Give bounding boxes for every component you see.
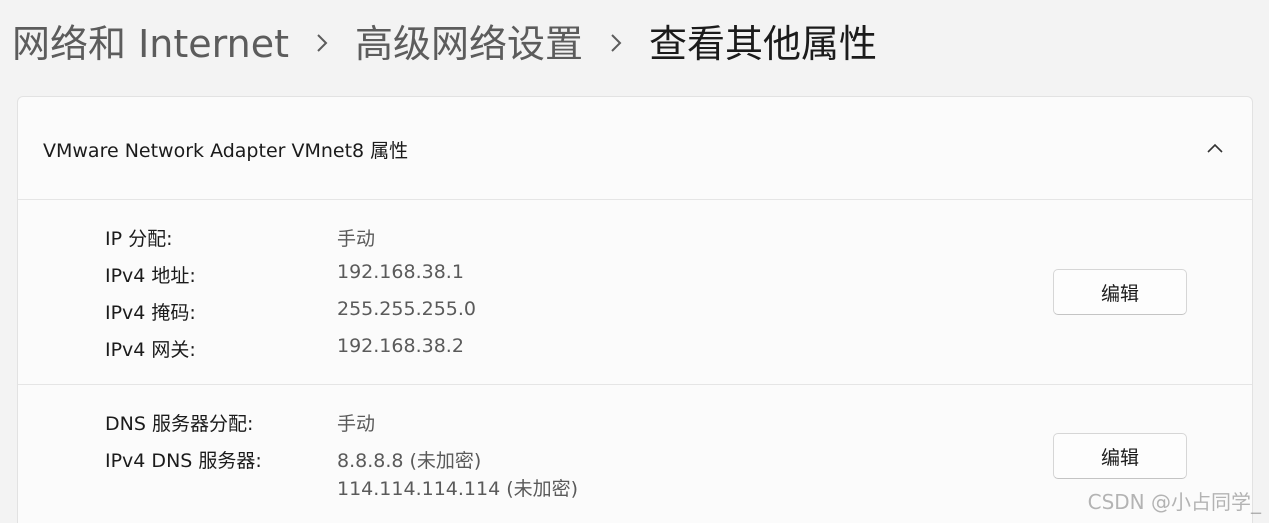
- adapter-properties-card: VMware Network Adapter VMnet8 属性 IP 分配: …: [17, 96, 1253, 523]
- row-value: 手动: [337, 228, 376, 250]
- dns-server-primary: 8.8.8.8 (未加密): [337, 450, 482, 472]
- row-value: 手动: [337, 413, 376, 435]
- row-label: IPv4 网关:: [105, 339, 196, 361]
- adapter-card-header[interactable]: VMware Network Adapter VMnet8 属性: [18, 97, 1252, 200]
- row-value: 255.255.255.0: [337, 298, 477, 320]
- edit-dns-button[interactable]: 编辑: [1053, 433, 1187, 479]
- row-value: 192.168.38.1: [337, 261, 464, 283]
- breadcrumb-advanced-network-settings[interactable]: 高级网络设置: [355, 13, 583, 68]
- breadcrumb-network-internet[interactable]: 网络和 Internet: [12, 13, 289, 68]
- dns-server-secondary: 114.114.114.114 (未加密): [337, 478, 579, 500]
- row-label: IPv4 地址:: [105, 265, 196, 287]
- breadcrumb: 网络和 Internet 高级网络设置 查看其他属性: [12, 10, 877, 70]
- ip-settings-section: IP 分配: 手动 IPv4 地址: 192.168.38.1 IPv4 掩码:…: [18, 200, 1252, 384]
- adapter-title: VMware Network Adapter VMnet8 属性: [43, 140, 409, 162]
- chevron-right-icon: [583, 18, 649, 62]
- chevron-right-icon: [289, 18, 355, 62]
- edit-ip-button[interactable]: 编辑: [1053, 269, 1187, 315]
- row-value: 192.168.38.2: [337, 335, 464, 357]
- row-label: IP 分配:: [105, 228, 173, 250]
- dns-settings-section: DNS 服务器分配: 手动 IPv4 DNS 服务器: 8.8.8.8 (未加密…: [18, 385, 1252, 523]
- chevron-up-icon[interactable]: [1198, 131, 1232, 165]
- row-label: IPv4 掩码:: [105, 302, 196, 324]
- row-label: IPv4 DNS 服务器:: [105, 450, 262, 472]
- row-label: DNS 服务器分配:: [105, 413, 254, 435]
- settings-page: 网络和 Internet 高级网络设置 查看其他属性 VMware Networ…: [0, 0, 1269, 523]
- watermark: CSDN @小占同学_: [1087, 490, 1261, 514]
- page-title: 查看其他属性: [648, 21, 877, 66]
